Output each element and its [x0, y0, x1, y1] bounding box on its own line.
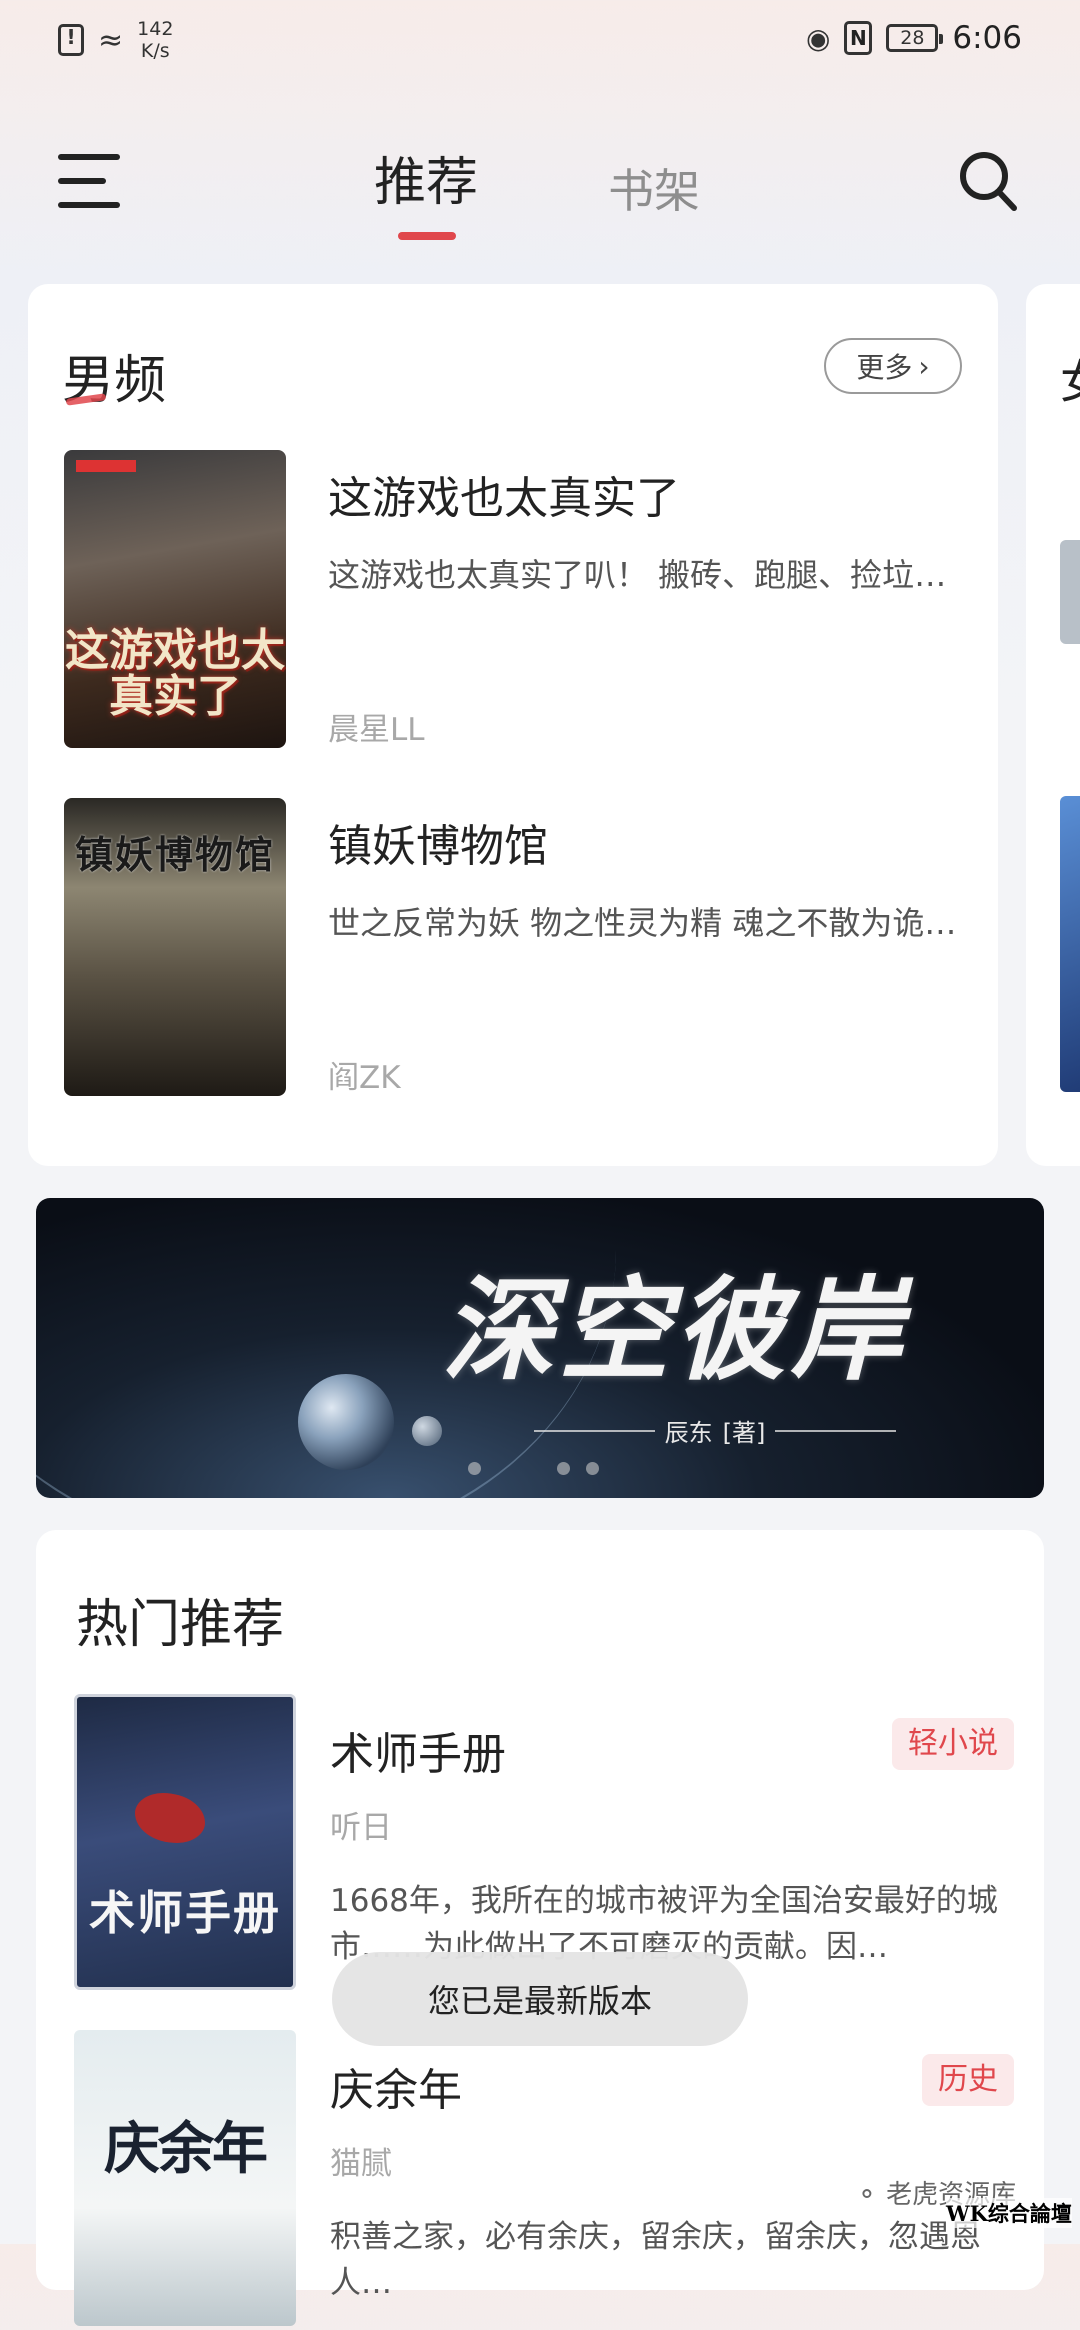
female-section-card-peek[interactable]: 女	[1026, 284, 1080, 1166]
status-right: ◉ N 28 6:06	[806, 20, 1022, 56]
banner-author-suffix: [著]	[722, 1419, 766, 1447]
status-bar: ≈ 142 K/s ◉ N 28 6:06	[0, 0, 1080, 80]
carousel-dot[interactable]	[497, 1462, 541, 1475]
book-cover-title: 术师手册	[89, 1886, 281, 1940]
banner-author: 辰东	[664, 1419, 713, 1447]
book-author: 阎ZK	[328, 1060, 401, 1096]
genre-badge: 轻小说	[892, 1718, 1014, 1770]
watermark-stamp: WK综合論壇	[946, 2198, 1072, 2228]
wifi-icon: ≈	[98, 22, 124, 58]
book-cover: 庆余年	[74, 2030, 296, 2326]
carousel-dot[interactable]	[468, 1462, 481, 1475]
book-cover-title: 庆余年	[104, 2116, 268, 2182]
book-author: 晨星LL	[328, 712, 425, 748]
genre-badge: 历史	[922, 2054, 1014, 2106]
book-description: 世之反常为妖 物之性灵为精 魂之不散为诡…	[328, 904, 957, 942]
book-item[interactable]: 术师手册 术师手册 轻小说 听日 1668年，我所在的城市被评为全国治安最好的城…	[74, 1694, 1014, 1994]
network-speed: 142 K/s	[137, 18, 173, 62]
section-title-male: 男频	[62, 338, 166, 413]
status-left: ≈ 142 K/s	[58, 18, 173, 62]
book-cover-peek	[1060, 540, 1080, 644]
book-author: 听日	[330, 1810, 392, 1846]
eye-comfort-icon: ◉	[805, 21, 831, 55]
tab-bookshelf-label: 书架	[608, 164, 700, 218]
tab-bookshelf[interactable]: 书架	[608, 155, 700, 221]
book-title: 这游戏也太真实了	[328, 473, 680, 524]
tab-recommend-label: 推荐	[374, 153, 479, 213]
network-speed-value: 142	[137, 18, 174, 40]
section-title-peek: 女	[1060, 346, 1080, 412]
nfc-icon: N	[844, 21, 873, 55]
battery-icon: 28	[886, 24, 944, 52]
book-cover-peek	[1060, 796, 1080, 1092]
book-cover-title: 这游戏也太真实了	[65, 625, 285, 722]
book-cover: 术师手册	[74, 1694, 296, 1990]
carousel-dots[interactable]	[468, 1462, 599, 1475]
carousel-dot[interactable]	[557, 1462, 570, 1475]
more-button-label: 更多	[856, 351, 913, 384]
book-title: 镇妖博物馆	[328, 821, 548, 872]
clock: 6:06	[952, 20, 1022, 56]
planet-image	[298, 1374, 394, 1470]
banner-author-line: 辰东 [著]	[534, 1413, 897, 1448]
wechat-icon: ⚬	[856, 2180, 878, 2210]
divider	[775, 1429, 897, 1432]
book-item[interactable]: 这游戏也太真实了 这游戏也太真实了 这游戏也太真实了叭！ 搬砖、跑腿、捡垃圾… …	[64, 450, 974, 750]
book-author: 猫腻	[330, 2146, 392, 2182]
divider	[534, 1429, 655, 1432]
carousel-dot[interactable]	[586, 1462, 599, 1475]
chevron-right-icon: ›	[918, 349, 930, 383]
book-item[interactable]: 镇妖博物馆 镇妖博物馆 世之反常为妖 物之性灵为精 魂之不散为诡… 阎ZK	[64, 798, 974, 1098]
moon-image	[412, 1416, 442, 1446]
book-description: 这游戏也太真实了叭！ 搬砖、跑腿、捡垃圾…	[328, 556, 964, 594]
alert-icon	[58, 24, 84, 56]
toast-text: 您已是最新版本	[427, 1982, 652, 2020]
section-title-hot: 热门推荐	[76, 1595, 285, 1655]
menu-icon[interactable]	[58, 154, 120, 208]
tab-recommend[interactable]: 推荐	[374, 140, 479, 240]
publisher-badge	[76, 460, 136, 472]
book-cover: 这游戏也太真实了	[64, 450, 286, 748]
battery-level: 28	[900, 27, 925, 49]
book-description: 积善之家，必有余庆，留余庆，留余庆，忽遇恩人…	[330, 2219, 981, 2301]
more-button[interactable]: 更多 ›	[824, 338, 962, 394]
book-cover-title: 镇妖博物馆	[74, 832, 275, 877]
male-section-card: 男频 更多 › 这游戏也太真实了 这游戏也太真实了 这游戏也太真实了叭！ 搬砖、…	[28, 284, 998, 1166]
book-title: 术师手册	[330, 1729, 506, 1780]
cover-art	[135, 1793, 205, 1843]
promo-banner[interactable]: 深空彼岸 辰东 [著]	[36, 1198, 1044, 1498]
banner-title: 深空彼岸	[442, 1265, 906, 1396]
active-tab-indicator	[398, 232, 456, 240]
network-speed-unit: K/s	[140, 40, 170, 62]
book-cover: 镇妖博物馆	[64, 798, 286, 1096]
book-title: 庆余年	[330, 2065, 462, 2116]
search-icon[interactable]	[958, 150, 1018, 214]
toast-message: 您已是最新版本	[332, 1952, 748, 2046]
